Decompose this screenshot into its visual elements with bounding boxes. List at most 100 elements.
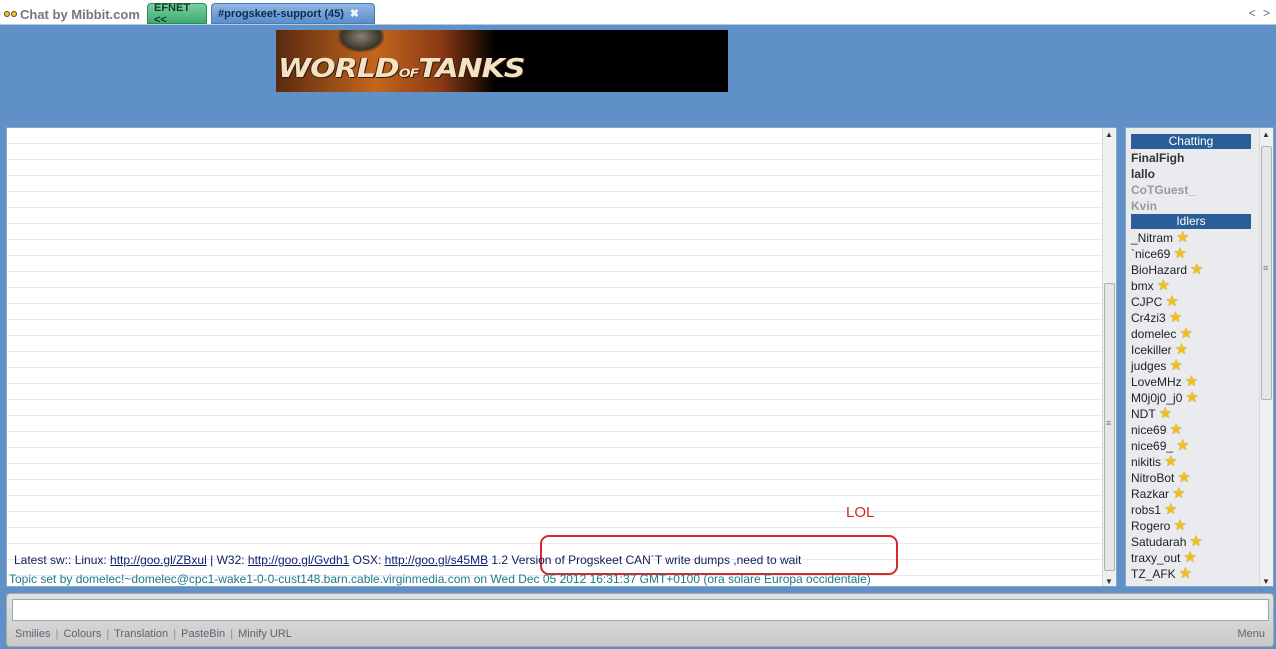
separator: | (106, 628, 110, 640)
user-item[interactable]: nice69_ ★ (1131, 438, 1256, 454)
user-item[interactable]: CJPC ★ (1131, 294, 1256, 310)
star-icon: ★ (1183, 549, 1197, 566)
star-icon: ★ (1172, 485, 1186, 502)
tab-channel-label: #progskeet-support (45) (218, 7, 344, 20)
annotation-text: LOL (846, 504, 875, 521)
user-name: bmx (1131, 279, 1154, 293)
minify-url-link[interactable]: Minify URL (238, 628, 292, 640)
banner-logo-text: WORLDOFTANKS (278, 54, 526, 84)
star-icon: ★ (1168, 309, 1183, 326)
tab-efnet-label: EFNET << (154, 1, 191, 26)
channel-topic: Topic set by domelec!~domelec@cpc1-wake1… (9, 572, 871, 586)
scroll-up-icon[interactable]: ▲ (1105, 130, 1113, 139)
user-name: M0j0j0_j0 (1131, 391, 1183, 405)
user-name: _Nitram (1131, 231, 1174, 245)
scroll-up-icon[interactable]: ▲ (1262, 130, 1270, 139)
user-item[interactable]: judges ★ (1131, 358, 1256, 374)
idlers-header: Idlers (1131, 214, 1251, 229)
user-item[interactable]: `nice69 ★ (1131, 246, 1256, 262)
user-name: CJPC (1131, 295, 1163, 309)
close-tab-icon[interactable]: ✖ (350, 7, 359, 20)
user-item[interactable]: Icekiller ★ (1131, 342, 1256, 358)
star-icon: ★ (1178, 565, 1193, 582)
star-icon: ★ (1190, 261, 1204, 278)
chatting-header: Chatting (1131, 134, 1251, 149)
user-item[interactable]: Kvin (1131, 198, 1256, 214)
star-icon: ★ (1176, 229, 1190, 246)
menu-link[interactable]: Menu (1237, 628, 1265, 640)
scroll-down-icon[interactable]: ▼ (1262, 577, 1270, 586)
w32-link[interactable]: http://goo.gl/Gvdh1 (248, 553, 349, 567)
user-name: traxy_out (1131, 551, 1181, 565)
mibbit-logo-icon (4, 9, 18, 20)
chat-scrollbar[interactable]: ▲ ▼ (1102, 128, 1116, 586)
chat-scrollbar-thumb[interactable] (1104, 283, 1115, 571)
colours-link[interactable]: Colours (63, 628, 101, 640)
star-icon: ★ (1173, 245, 1187, 262)
user-name: TZ_AFK (1131, 567, 1176, 581)
star-icon: ★ (1189, 533, 1203, 550)
star-icon: ★ (1156, 277, 1171, 294)
input-panel: Smilies | Colours | Translation | PasteB… (6, 593, 1274, 647)
linux-link[interactable]: http://goo.gl/ZBxul (110, 553, 207, 567)
mibbit-brand[interactable]: Chat by Mibbit.com (4, 5, 140, 23)
tank-icon (338, 30, 384, 52)
user-item[interactable]: LoveMHz ★ (1131, 374, 1256, 390)
top-tab-bar: Chat by Mibbit.com EFNET << #progskeet-s… (0, 0, 1276, 26)
separator: | (173, 628, 177, 640)
user-item[interactable]: domelec ★ (1131, 326, 1256, 342)
user-item[interactable]: nikitis ★ (1131, 454, 1256, 470)
star-icon: ★ (1173, 517, 1187, 534)
star-icon: ★ (1158, 405, 1173, 422)
user-item[interactable]: NDT ★ (1131, 406, 1256, 422)
user-list-panel: Chatting FinalFigh lallo CoTGuest_ Kvin … (1125, 127, 1274, 587)
chat-window: LOL Latest sw:: Linux: http://goo.gl/ZBx… (6, 127, 1117, 587)
star-icon: ★ (1165, 293, 1179, 310)
smilies-link[interactable]: Smilies (15, 628, 50, 640)
osx-link[interactable]: http://goo.gl/s45MB (385, 553, 488, 567)
user-item[interactable]: traxy_out ★ (1131, 550, 1256, 566)
idlers-list: _Nitram ★ `nice69 ★ BioHazard ★ bmx ★ CJPC ★ Cr4zi… (1131, 230, 1256, 582)
scroll-down-icon[interactable]: ▼ (1105, 577, 1113, 586)
user-name: Cr4zi3 (1131, 311, 1166, 325)
user-item[interactable]: M0j0j0_j0 ★ (1131, 390, 1256, 406)
user-item[interactable]: FinalFigh (1131, 150, 1256, 166)
user-name: domelec (1131, 327, 1177, 341)
user-item[interactable]: TZ_AFK ★ (1131, 566, 1256, 582)
separator: | (230, 628, 234, 640)
chat-message: Latest sw:: Linux: http://goo.gl/ZBxul |… (14, 553, 802, 567)
user-name: NitroBot (1131, 471, 1175, 485)
user-item[interactable]: _Nitram ★ (1131, 230, 1256, 246)
tab-progskeet-support[interactable]: #progskeet-support (45) ✖ (211, 3, 375, 24)
tab-efnet[interactable]: EFNET << (147, 1, 207, 26)
star-icon: ★ (1164, 501, 1178, 518)
translation-link[interactable]: Translation (114, 628, 168, 640)
user-item[interactable]: nice69 ★ (1131, 422, 1256, 438)
user-name: Rogero (1131, 519, 1171, 533)
user-item[interactable]: CoTGuest_ (1131, 182, 1256, 198)
message-input[interactable] (12, 599, 1269, 621)
star-icon: ★ (1176, 437, 1190, 454)
pastebin-link[interactable]: PasteBin (181, 628, 225, 640)
user-item[interactable]: bmx ★ (1131, 278, 1256, 294)
user-name: nice69 (1131, 423, 1167, 437)
user-item[interactable]: Razkar ★ (1131, 486, 1256, 502)
user-item[interactable]: Rogero ★ (1131, 518, 1256, 534)
user-item[interactable]: Satudarah ★ (1131, 534, 1256, 550)
world-of-tanks-banner[interactable]: WORLDOFTANKS (276, 30, 728, 92)
star-icon: ★ (1164, 453, 1178, 470)
app-title: Chat by Mibbit.com (20, 6, 140, 22)
user-item[interactable]: NitroBot ★ (1131, 470, 1256, 486)
user-item[interactable]: robs1 ★ (1131, 502, 1256, 518)
user-item[interactable]: BioHazard ★ (1131, 262, 1256, 278)
user-name: judges (1131, 359, 1167, 373)
user-list-scrollbar-thumb[interactable] (1261, 146, 1272, 400)
star-icon: ★ (1177, 469, 1191, 486)
user-list-scrollbar[interactable]: ▲ ▼ (1259, 128, 1273, 586)
tab-scroll-arrows[interactable]: < > (1249, 6, 1272, 20)
user-item[interactable]: lallo (1131, 166, 1256, 182)
user-item[interactable]: Cr4zi3 ★ (1131, 310, 1256, 326)
user-name: Satudarah (1131, 535, 1187, 549)
star-icon: ★ (1169, 421, 1183, 438)
user-name: `nice69 (1131, 247, 1171, 261)
